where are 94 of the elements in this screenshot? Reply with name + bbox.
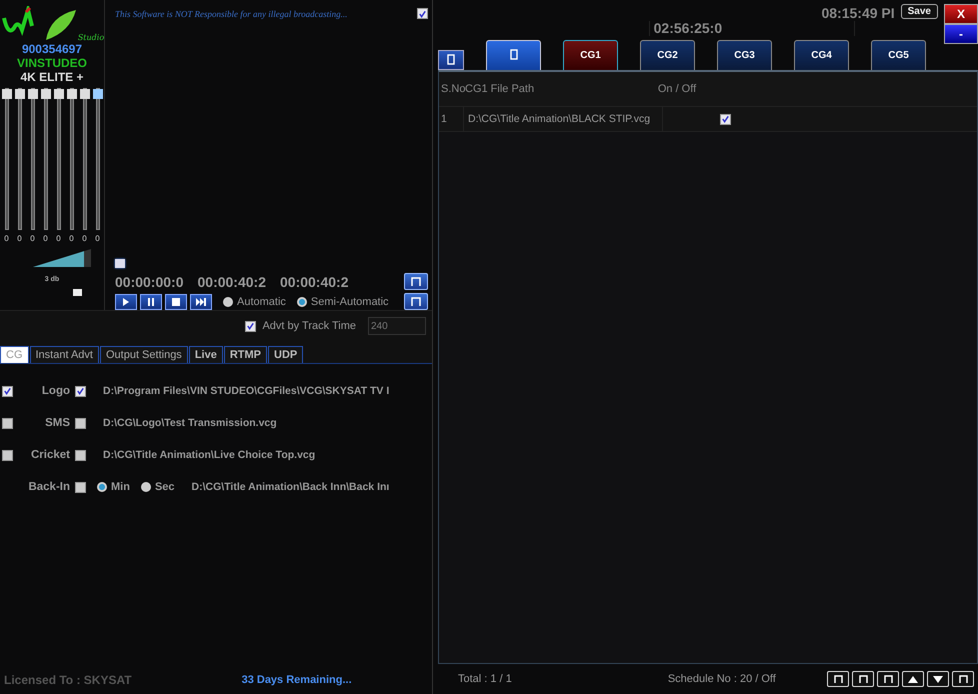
edition-label: 4K ELITE +	[20, 70, 84, 84]
cg-label: Back-In	[27, 481, 70, 493]
bracket-icon	[958, 675, 968, 683]
volume-slider[interactable]	[33, 249, 91, 267]
tab[interactable]: Output Settings	[100, 346, 188, 363]
bracket-icon	[834, 675, 842, 683]
channel-reading: 0	[95, 234, 100, 243]
cg-checkbox[interactable]	[75, 450, 86, 460]
phone-number: 900354697	[22, 42, 82, 56]
square-button[interactable]	[827, 671, 849, 687]
square-button[interactable]	[952, 671, 974, 687]
channel-reading: 0	[43, 234, 48, 243]
on-off-checkbox[interactable]	[720, 114, 730, 124]
square-tab[interactable]	[486, 40, 541, 70]
down-triangle-icon	[933, 676, 943, 682]
square-button[interactable]	[404, 293, 428, 310]
bracket-icon	[858, 675, 868, 683]
table-cell-text: 1	[440, 112, 448, 127]
channel-reading: 0	[82, 234, 87, 243]
channel-reading: 0	[56, 234, 61, 243]
tab[interactable]: UDP	[268, 346, 304, 363]
unit-radio[interactable]: Min	[97, 481, 130, 493]
close-button[interactable]: X	[944, 4, 978, 24]
tab[interactable]: Instant Advt	[30, 346, 99, 363]
rectangle-icon	[510, 48, 518, 60]
square-toggle[interactable]	[73, 289, 82, 296]
pause-icon	[147, 298, 155, 306]
move-up-button[interactable]	[902, 671, 924, 687]
time-clock: 08:15:49 PI	[821, 6, 895, 21]
bracket-icon	[411, 297, 421, 306]
mode-radio[interactable]: Semi-Automatic	[296, 296, 389, 308]
channel-reading: 0	[4, 234, 9, 243]
cg-label: Logo	[40, 385, 70, 397]
brand-name: VINSTUDEO	[16, 56, 87, 70]
cg-tab[interactable]: CG1	[563, 40, 618, 70]
cg-tab[interactable]: CG5	[871, 40, 926, 70]
unit-radio[interactable]: Sec	[140, 481, 175, 493]
play-icon	[122, 298, 130, 306]
column-header: CG1 File Path	[465, 83, 536, 95]
cg-tab[interactable]: CG3	[717, 40, 772, 70]
channel-reading: 0	[17, 234, 22, 243]
square-button[interactable]	[852, 671, 874, 687]
move-down-button[interactable]	[927, 671, 949, 687]
play-button[interactable]	[115, 294, 137, 310]
file-path: D:\CG\Title Animation\Back Inn\Back Inı	[192, 481, 390, 493]
file-path: D:\Program Files\VIN STUDEO\CGFiles\VCG\SKYSAT TV I	[103, 385, 390, 397]
enable-checkbox[interactable]	[2, 418, 13, 428]
cg-tab[interactable]: CG2	[640, 40, 695, 70]
square-button[interactable]	[404, 273, 428, 290]
column-header: On / Off	[656, 83, 698, 95]
timecode: 00:00:40:2	[198, 274, 266, 290]
cg-label: SMS	[44, 417, 70, 429]
cg-checkbox[interactable]	[75, 482, 86, 492]
minimize-button[interactable]: -	[944, 24, 978, 44]
cg-tab[interactable]: CG4	[794, 40, 849, 70]
up-triangle-icon	[908, 676, 918, 682]
total-count: Total : 1 / 1	[458, 673, 512, 685]
disclaimer-text: This Software is NOT Responsible for any illegal broadcasting...	[115, 8, 348, 18]
channel-reading: 0	[30, 234, 35, 243]
days-remaining: 33 Days Remaining...	[242, 674, 352, 686]
schedule-status: Schedule No : 20 / Off	[668, 673, 776, 685]
cg-label: Cricket	[30, 449, 70, 461]
table-cell: D:\CG\Title Animation\BLACK STIP.vcg	[463, 107, 663, 131]
mode-radio[interactable]: Automatic	[223, 296, 286, 308]
advt-checkbox[interactable]	[245, 320, 256, 332]
enable-checkbox[interactable]	[2, 386, 13, 396]
bracket-icon	[411, 277, 421, 286]
license-text: Licensed To : SKYSAT	[4, 673, 132, 687]
column-header: S.No	[440, 83, 465, 95]
elapsed-clock: 02:56:25:0	[648, 21, 855, 36]
stop-button[interactable]	[165, 294, 187, 310]
file-path: D:\CG\Title Animation\Live Choice Top.vcg	[103, 449, 316, 461]
square-button[interactable]	[438, 50, 464, 70]
logo-tagline: Studio	[78, 33, 104, 42]
square-button[interactable]	[877, 671, 899, 687]
stop-icon	[172, 298, 180, 306]
track-time-field[interactable]: 240	[368, 317, 426, 335]
timecode: 00:00:00:0	[115, 274, 184, 290]
timecode: 00:00:40:2	[280, 274, 348, 290]
file-path: D:\CG\Logo\Test Transmission.vcg	[103, 417, 277, 429]
enable-checkbox[interactable]	[2, 450, 13, 460]
advt-label: Advt by Track Time	[262, 320, 356, 332]
cg-checkbox[interactable]	[75, 418, 86, 428]
channel-reading: 0	[69, 234, 74, 243]
disclaimer-checkbox[interactable]	[417, 8, 428, 19]
skip-button[interactable]	[190, 294, 212, 310]
tab[interactable]: RTMP	[224, 346, 267, 363]
cg-checkbox[interactable]	[75, 386, 86, 396]
save-button[interactable]: Save	[900, 4, 938, 19]
skip-icon	[196, 298, 206, 306]
bracket-icon	[884, 675, 892, 683]
tab[interactable]: Live	[188, 346, 223, 363]
pause-button[interactable]	[140, 294, 162, 310]
rectangle-icon	[447, 54, 455, 64]
